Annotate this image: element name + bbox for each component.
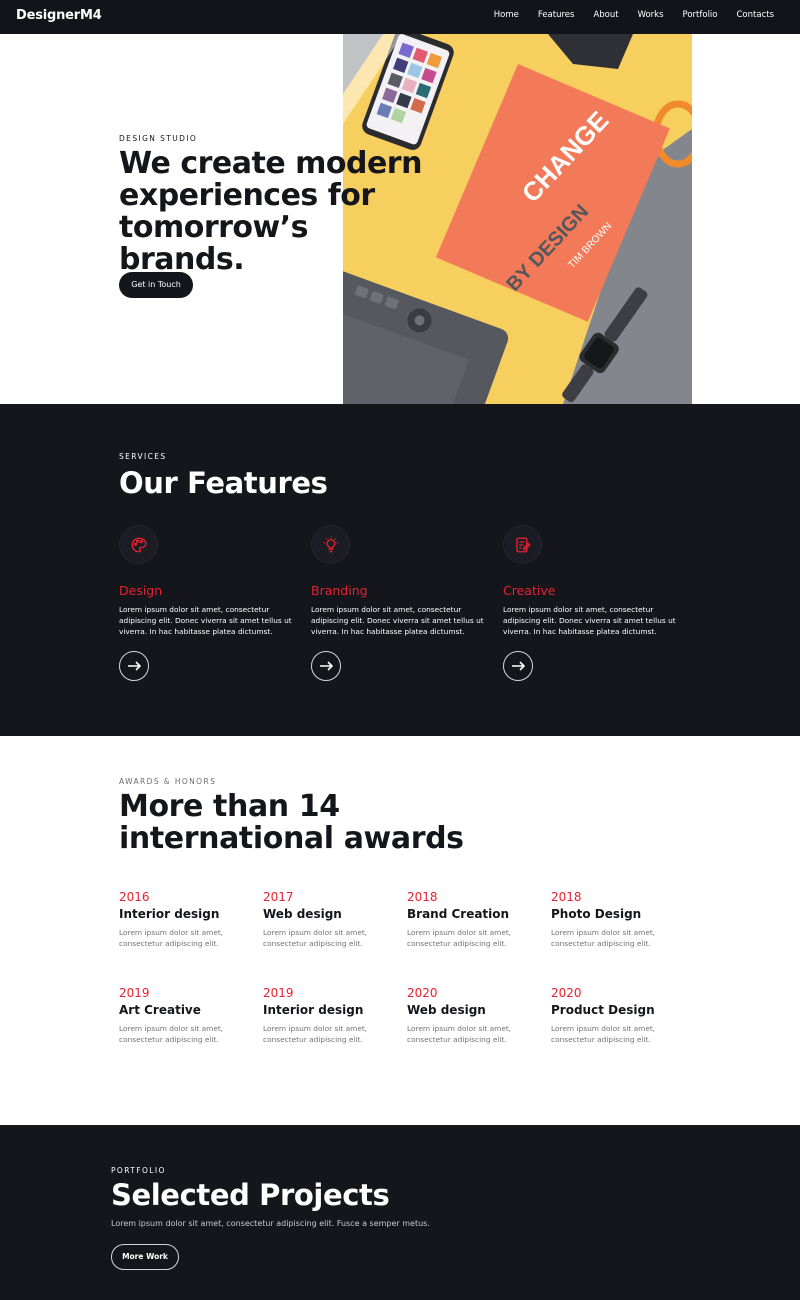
award-name: Web design	[407, 1003, 486, 1017]
feature-description: Lorem ipsum dolor sit amet, consectetur …	[311, 605, 484, 636]
nav-link-about[interactable]: About	[593, 10, 618, 20]
award-item: 2019 Art Creative Lorem ipsum dolor sit …	[119, 986, 249, 1045]
feature-description: Lorem ipsum dolor sit amet, consectetur …	[503, 605, 676, 636]
top-nav: DesignerM4 Home Features About Works Por…	[0, 0, 800, 34]
award-year: 2018	[551, 890, 582, 904]
award-description: Lorem ipsum dolor sit amet, consectetur …	[263, 1024, 368, 1044]
awards-section: AWARDS & HONORS More than 14 internation…	[0, 736, 800, 1125]
feature-title: Creative	[503, 583, 556, 598]
award-description: Lorem ipsum dolor sit amet, consectetur …	[551, 928, 656, 948]
hero-section: CHANGE BY DESIGN TIM BROWN DESIGN STUDIO…	[0, 34, 800, 404]
award-name: Product Design	[551, 1003, 655, 1017]
award-name: Interior design	[119, 907, 220, 921]
award-name: Photo Design	[551, 907, 642, 921]
nav-link-works[interactable]: Works	[638, 10, 664, 20]
award-name: Web design	[263, 907, 342, 921]
palette-icon	[119, 525, 158, 564]
award-item: 2016 Interior design Lorem ipsum dolor s…	[119, 890, 249, 949]
award-description: Lorem ipsum dolor sit amet, consectetur …	[407, 1024, 512, 1044]
feature-title: Design	[119, 583, 163, 598]
more-work-button[interactable]: More Work	[111, 1244, 179, 1270]
award-item: 2018 Photo Design Lorem ipsum dolor sit …	[551, 890, 681, 949]
nav-link-home[interactable]: Home	[494, 10, 519, 20]
award-year: 2017	[263, 890, 294, 904]
award-name: Brand Creation	[407, 907, 510, 921]
brand-logo[interactable]: DesignerM4	[16, 8, 102, 23]
award-description: Lorem ipsum dolor sit amet, consectetur …	[551, 1024, 656, 1044]
feature-title: Branding	[311, 583, 368, 598]
arrow-right-icon[interactable]	[119, 651, 149, 681]
features-eyebrow: SERVICES	[119, 452, 167, 461]
portfolio-title: Selected Projects	[111, 1178, 390, 1212]
award-description: Lorem ipsum dolor sit amet, consectetur …	[119, 1024, 224, 1044]
portfolio-subtitle: Lorem ipsum dolor sit amet, consectetur …	[111, 1219, 430, 1228]
hero-title: We create modern experiences for tomorro…	[119, 146, 422, 277]
features-section: SERVICES Our Features Design Lorem ipsum…	[0, 404, 800, 736]
feature-card-branding: Branding Lorem ipsum dolor sit amet, con…	[311, 525, 491, 681]
features-title: Our Features	[119, 466, 328, 500]
award-item: 2018 Brand Creation Lorem ipsum dolor si…	[407, 890, 537, 949]
award-item: 2017 Web design Lorem ipsum dolor sit am…	[263, 890, 393, 949]
arrow-right-icon[interactable]	[311, 651, 341, 681]
nav-link-contacts[interactable]: Contacts	[737, 10, 775, 20]
award-year: 2019	[263, 986, 294, 1000]
arrow-right-icon[interactable]	[503, 651, 533, 681]
feature-card-design: Design Lorem ipsum dolor sit amet, conse…	[119, 525, 299, 681]
nav-links: Home Features About Works Portfolio Cont…	[475, 10, 774, 20]
award-description: Lorem ipsum dolor sit amet, consectetur …	[119, 928, 224, 948]
award-item: 2019 Interior design Lorem ipsum dolor s…	[263, 986, 393, 1045]
award-year: 2018	[407, 890, 438, 904]
award-description: Lorem ipsum dolor sit amet, consectetur …	[407, 928, 512, 948]
nav-link-portfolio[interactable]: Portfolio	[683, 10, 718, 20]
hero-eyebrow: DESIGN STUDIO	[119, 134, 198, 143]
edit-document-icon	[503, 525, 542, 564]
lightbulb-icon	[311, 525, 350, 564]
award-year: 2020	[551, 986, 582, 1000]
nav-link-features[interactable]: Features	[538, 10, 575, 20]
award-item: 2020 Product Design Lorem ipsum dolor si…	[551, 986, 681, 1045]
award-year: 2019	[119, 986, 150, 1000]
award-name: Art Creative	[119, 1003, 201, 1017]
award-description: Lorem ipsum dolor sit amet, consectetur …	[263, 928, 368, 948]
award-year: 2020	[407, 986, 438, 1000]
get-in-touch-button[interactable]: Get in Touch	[119, 272, 193, 298]
portfolio-eyebrow: PORTFOLIO	[111, 1166, 166, 1175]
feature-description: Lorem ipsum dolor sit amet, consectetur …	[119, 605, 292, 636]
awards-title: More than 14 international awards	[119, 789, 464, 856]
award-year: 2016	[119, 890, 150, 904]
feature-card-creative: Creative Lorem ipsum dolor sit amet, con…	[503, 525, 683, 681]
awards-eyebrow: AWARDS & HONORS	[119, 777, 217, 786]
portfolio-section: PORTFOLIO Selected Projects Lorem ipsum …	[0, 1125, 800, 1300]
award-item: 2020 Web design Lorem ipsum dolor sit am…	[407, 986, 537, 1045]
award-name: Interior design	[263, 1003, 364, 1017]
